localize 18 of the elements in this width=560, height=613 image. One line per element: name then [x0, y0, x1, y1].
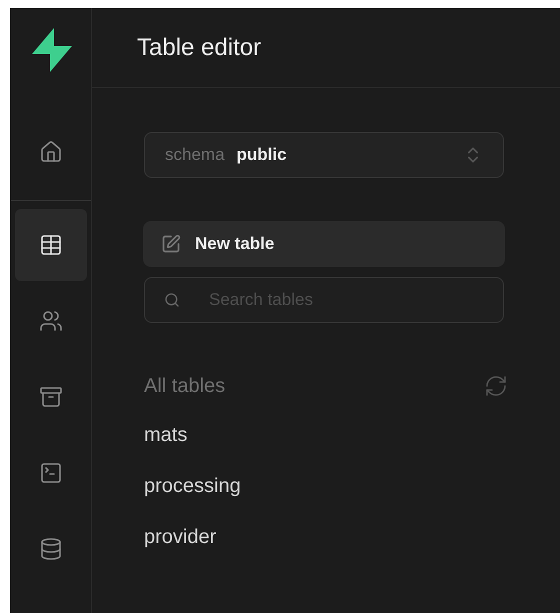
database-icon: [38, 537, 62, 561]
new-table-button[interactable]: New table: [143, 221, 505, 267]
schema-select[interactable]: schema public: [144, 132, 504, 178]
terminal-icon: [38, 461, 62, 485]
table-icon: [38, 233, 62, 257]
refresh-icon[interactable]: [484, 374, 508, 398]
lightning-logo-icon[interactable]: [30, 28, 72, 72]
users-icon: [38, 309, 62, 333]
table-list-item[interactable]: processing: [144, 474, 241, 498]
archive-box-icon: [38, 385, 62, 409]
table-list-item[interactable]: provider: [144, 525, 216, 549]
section-title: All tables: [144, 374, 226, 399]
table-list-item[interactable]: mats: [144, 423, 188, 447]
sidebar-nav-button[interactable]: [14, 209, 86, 281]
pen-square-icon: [161, 234, 181, 254]
page-title: Table editor: [137, 32, 262, 62]
search-icon: [164, 292, 180, 308]
home-icon: [38, 140, 62, 164]
